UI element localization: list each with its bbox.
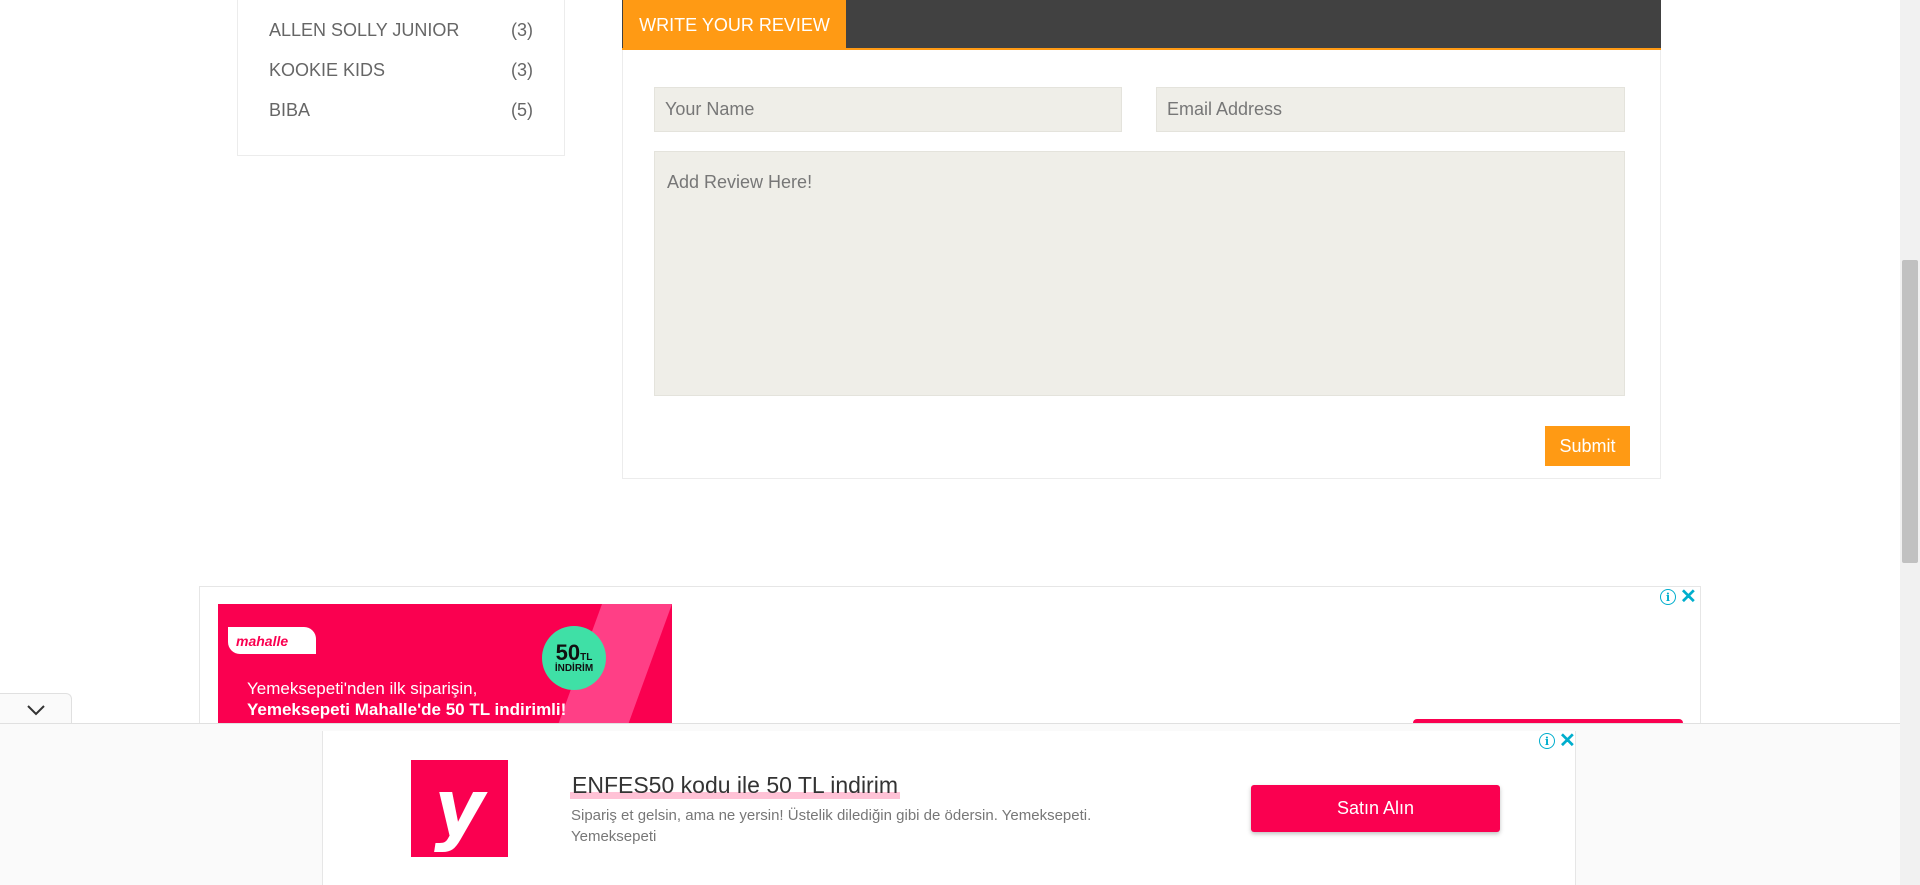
brand-name: ALLEN SOLLY JUNIOR xyxy=(269,19,460,40)
close-icon[interactable]: ✕ xyxy=(1559,731,1576,751)
name-field[interactable] xyxy=(654,87,1122,132)
discount-badge: 50TL İNDİRİM xyxy=(542,626,606,690)
yemeksepeti-logo[interactable]: y xyxy=(411,760,508,857)
ad-banner-line2: Yemeksepeti Mahalle'de 50 TL indirimli! xyxy=(247,700,567,719)
ad-title-link[interactable]: ENFES50 kodu ile 50 TL indirim xyxy=(570,772,900,799)
brand-count: (3) xyxy=(511,59,533,80)
buy-button[interactable]: Satın Alın xyxy=(1251,785,1500,832)
brand-count: (3) xyxy=(511,19,533,40)
brand-name: KOOKIE KIDS xyxy=(269,59,386,80)
mahalle-logo: mahalle xyxy=(228,627,316,654)
ad-description: Sipariş et gelsin, ama ne yersin! Üsteli… xyxy=(571,807,1092,845)
scrollbar-thumb[interactable] xyxy=(1902,260,1918,563)
info-icon[interactable]: i xyxy=(1539,733,1555,749)
review-textarea[interactable] xyxy=(654,151,1625,396)
brand-filter-item[interactable]: KOOKIE KIDS (3) xyxy=(269,58,533,82)
badge-unit: TL xyxy=(580,652,593,663)
sticky-ad-controls: i ✕ xyxy=(1539,731,1576,751)
tab-write-review[interactable]: WRITE YOUR REVIEW xyxy=(623,0,846,50)
info-icon[interactable]: i xyxy=(1660,589,1676,605)
logo-letter: y xyxy=(434,763,485,854)
submit-button[interactable]: Submit xyxy=(1545,426,1630,466)
page: ALLEN SOLLY JUNIOR (3) KOOKIE KIDS (3) B… xyxy=(0,0,1920,885)
brand-filter-item[interactable]: BIBA (5) xyxy=(269,98,533,122)
close-icon[interactable]: ✕ xyxy=(1680,587,1697,607)
email-field[interactable] xyxy=(1156,87,1625,132)
ad-banner-line1: Yemeksepeti'nden ilk siparişin, xyxy=(247,679,478,698)
badge-label: İNDİRİM xyxy=(554,663,594,674)
chevron-down-icon xyxy=(26,704,45,715)
mahalle-logo-text: mahalle xyxy=(236,632,289,649)
badge-amount: 50 xyxy=(555,640,581,665)
collapse-ad-button[interactable] xyxy=(0,693,72,725)
brand-count: (5) xyxy=(511,99,533,120)
brand-name: BIBA xyxy=(269,99,311,120)
ad-controls: i ✕ xyxy=(1660,587,1697,607)
brand-filter-item[interactable]: ALLEN SOLLY JUNIOR (3) xyxy=(269,18,533,42)
